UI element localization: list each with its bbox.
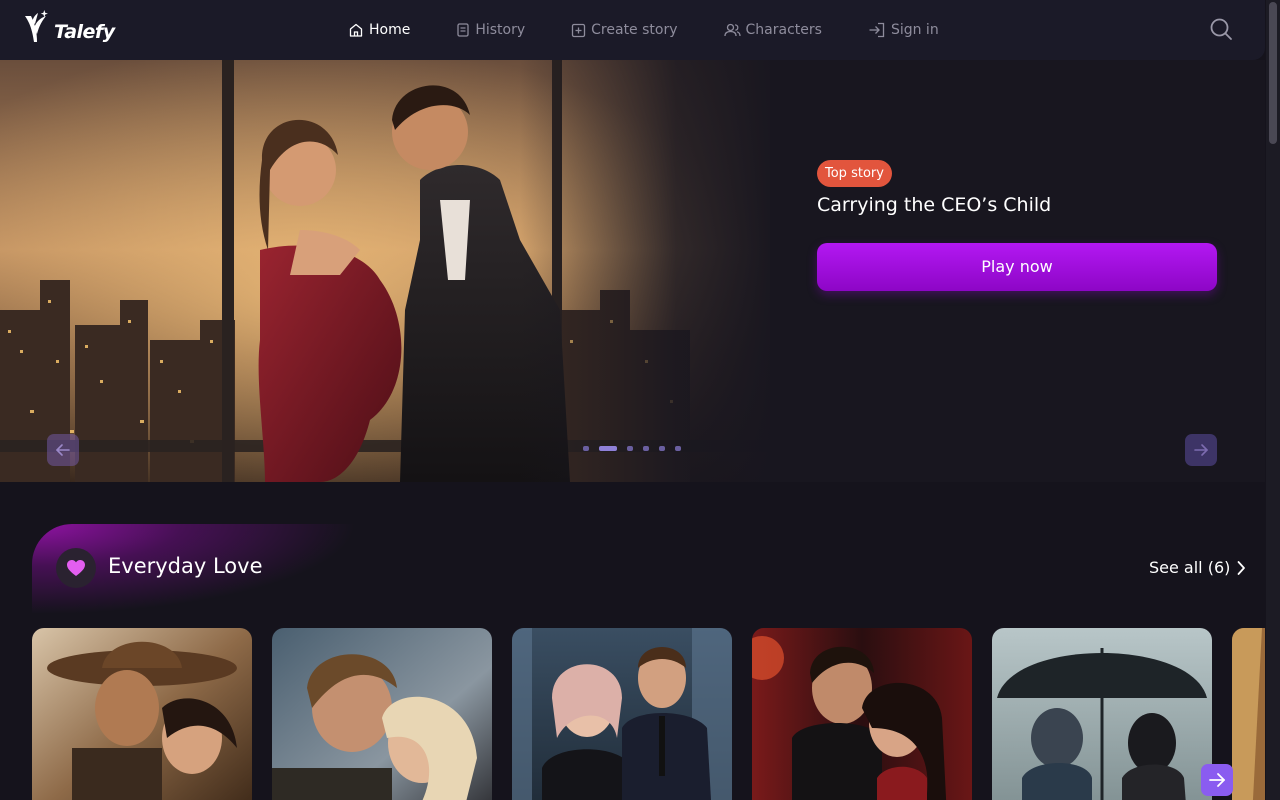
story-card[interactable] (512, 628, 732, 800)
top-header: Talefy Home History Create story Charact… (0, 0, 1265, 60)
book-icon (457, 23, 469, 37)
story-card-row (32, 628, 1265, 800)
story-card-image (512, 628, 732, 800)
everyday-love-section-header: Everyday Love See all (6) (32, 524, 1252, 614)
page-scrollbar[interactable] (1266, 0, 1280, 800)
search-button[interactable] (1208, 16, 1234, 42)
story-card-image (272, 628, 492, 800)
home-icon (349, 23, 363, 37)
story-card[interactable] (752, 628, 972, 800)
users-icon (723, 23, 741, 37)
top-story-badge: Top story (817, 160, 892, 187)
slide-dot[interactable] (659, 446, 665, 451)
arrow-right-icon (1194, 444, 1208, 456)
nav-create-story[interactable]: Create story (571, 22, 678, 38)
nav-sign-in[interactable]: Sign in (868, 22, 939, 38)
story-card-image (32, 628, 252, 800)
hero-next-button[interactable] (1185, 434, 1217, 466)
arrow-right-icon (1209, 773, 1225, 787)
slide-dot[interactable] (643, 446, 649, 451)
play-now-button[interactable]: Play now (817, 243, 1217, 291)
story-card[interactable] (32, 628, 252, 800)
see-all-link[interactable]: See all (6) (1149, 558, 1246, 577)
story-card[interactable] (992, 628, 1212, 800)
chevron-right-icon (1237, 560, 1246, 575)
story-card-image (752, 628, 972, 800)
story-card-image (1232, 628, 1265, 800)
slide-dot[interactable] (675, 446, 681, 451)
search-icon (1210, 18, 1232, 40)
sign-in-icon (869, 22, 885, 38)
logo-mark-icon (25, 10, 48, 42)
see-all-label: See all (6) (1149, 558, 1231, 577)
nav-home-label: Home (369, 22, 411, 38)
plus-square-icon (572, 23, 586, 37)
nav-create-story-label: Create story (591, 22, 678, 38)
slide-dot[interactable] (583, 446, 589, 451)
slide-dot-active[interactable] (599, 446, 617, 451)
slide-dot[interactable] (627, 446, 633, 451)
heart-icon (67, 560, 85, 576)
brand-name: Talefy (54, 21, 115, 43)
cards-next-button[interactable] (1201, 764, 1233, 796)
hero-story-title[interactable]: Carrying the CEO’s Child (817, 194, 1051, 216)
hero-prev-button[interactable] (47, 434, 79, 466)
nav-sign-in-label: Sign in (890, 22, 939, 38)
talefy-logo[interactable]: Talefy (22, 10, 115, 44)
nav-home[interactable]: Home (348, 22, 410, 38)
story-card[interactable] (1232, 628, 1265, 800)
section-icon (56, 548, 96, 588)
nav-history-label: History (475, 22, 526, 38)
story-card[interactable] (272, 628, 492, 800)
nav-characters[interactable]: Characters (723, 22, 822, 38)
arrow-left-icon (56, 444, 70, 456)
hero-pagination (583, 446, 681, 451)
main-nav: Home History Create story Characters Sig… (348, 18, 985, 42)
nav-characters-label: Characters (745, 22, 822, 38)
nav-history[interactable]: History (456, 22, 525, 38)
section-title: Everyday Love (108, 554, 263, 578)
scrollbar-thumb[interactable] (1269, 2, 1277, 144)
hero-carousel: Top story Carrying the CEO’s Child Play … (0, 60, 1265, 482)
hero-image-fade (520, 60, 780, 482)
story-card-image (992, 628, 1212, 800)
